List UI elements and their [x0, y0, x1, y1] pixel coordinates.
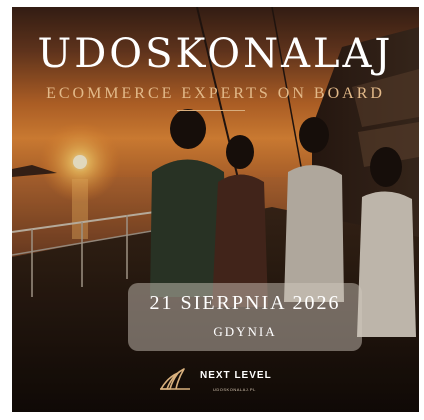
stylized-chevron-logo-icon [160, 368, 190, 390]
brand-name: NEXT LEVEL [200, 370, 272, 381]
event-subtitle: ECOMMERCE EXPERTS ON BOARD [46, 85, 385, 102]
event-poster: UDOSKONALAJ ECOMMERCE EXPERTS ON BOARD 2… [12, 7, 419, 412]
event-city: GDYNIA [213, 324, 277, 339]
date-info-panel: 21 SIERPNIA 2026 GDYNIA [128, 283, 362, 351]
event-date: 21 SIERPNIA 2026 [149, 292, 341, 314]
event-title: UDOSKONALAJ [37, 31, 394, 77]
subtitle-divider [177, 110, 245, 111]
brand-website: UDOSKONALAJ.PL [213, 387, 256, 392]
